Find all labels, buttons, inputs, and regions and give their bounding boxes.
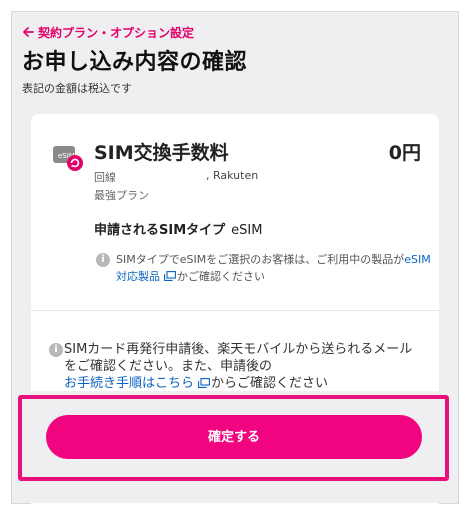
- notice-text-1: SIMカード再発行申請後、楽天モバイルから送られるメールをご確認ください。また、…: [64, 342, 413, 374]
- sim-type-label: 申請されるSIMタイプ: [94, 223, 226, 238]
- back-link[interactable]: 契約プラン・オプション設定: [22, 23, 194, 41]
- external-link-icon: [198, 378, 210, 388]
- notice-info-icon: i: [49, 343, 63, 357]
- line-value: , Rakuten: [206, 169, 259, 182]
- esim-info-text: SIMタイプでeSIMをご選択のお客様は、ご利用中の製品がeSIM対応製品 かご確…: [116, 251, 431, 285]
- sim-type-value: eSIM: [231, 223, 263, 238]
- procedure-link[interactable]: お手続き手順はこちら: [64, 376, 194, 391]
- external-link-icon: [164, 271, 176, 281]
- info-icon: i: [96, 253, 110, 267]
- esim-info-text-1: SIMタイプでeSIMをご選択のお客様は、ご利用中の製品が: [116, 253, 405, 266]
- sim-type-row: 申請されるSIMタイプ eSIM: [94, 219, 262, 238]
- item-name: SIM交換手数料: [94, 142, 229, 164]
- item-price: 0円: [388, 142, 421, 164]
- esim-info-text-2: かご確認ください: [177, 270, 265, 283]
- page-title: お申し込み内容の確認: [22, 50, 248, 75]
- notice-text: SIMカード再発行申請後、楽天モバイルから送られるメールをご確認ください。また、…: [64, 341, 424, 392]
- confirm-button[interactable]: 確定する: [46, 415, 422, 459]
- tax-note: 表記の金額は税込です: [22, 82, 132, 95]
- line-label: 回線: [94, 171, 116, 184]
- plan-name: 最強プラン: [94, 189, 149, 202]
- sim-swap-icon: eSIM: [53, 146, 83, 171]
- notice-text-2: からご確認ください: [211, 376, 329, 391]
- back-link-label: 契約プラン・オプション設定: [38, 25, 195, 40]
- arrow-left-icon: [23, 27, 34, 37]
- card-divider: [31, 310, 439, 311]
